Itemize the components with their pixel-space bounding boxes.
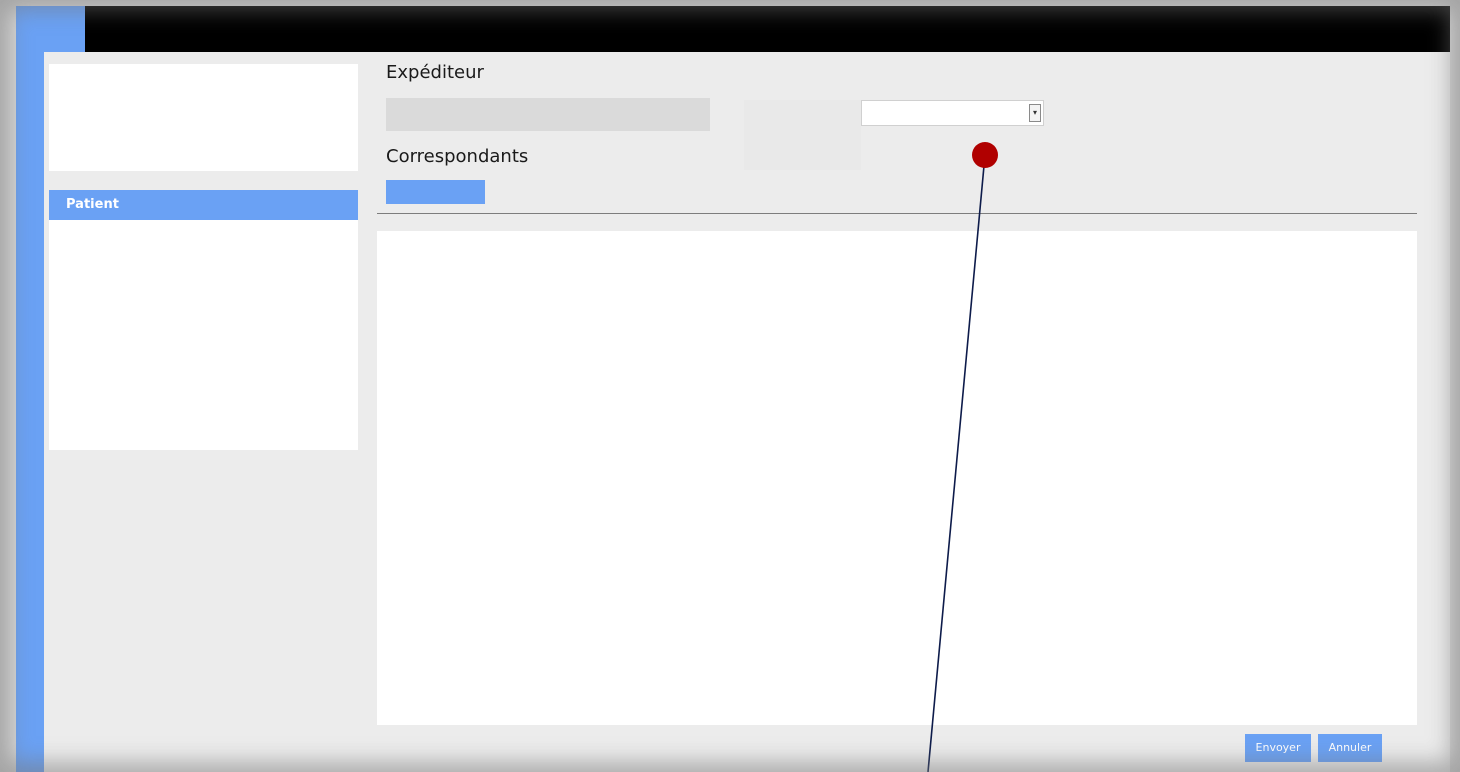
- annotation-pointer-line: [927, 154, 986, 772]
- annotation-dot-marker: [972, 142, 998, 168]
- annotation-overlay: [927, 142, 998, 772]
